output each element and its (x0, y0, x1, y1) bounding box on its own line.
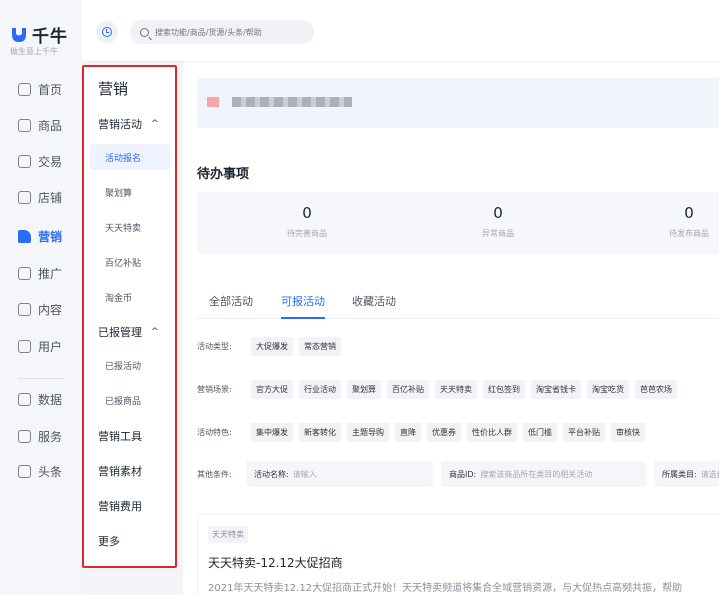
chip-filter[interactable]: 审核快 (611, 422, 645, 442)
todo-stats: 0 待完善商品 0 异常商品 0 待发布商品 (197, 192, 719, 254)
activity-title[interactable]: 天天特卖-12.12大促招商 (208, 554, 343, 571)
submenu-item-reported-activities[interactable]: 已报活动 (105, 359, 141, 372)
submenu-title: 营销 (98, 80, 129, 98)
brand-slogan: 做生意上千牛 (10, 47, 58, 56)
submenu-item-reported-products[interactable]: 已报商品 (105, 394, 141, 407)
rail-item-home[interactable]: 首页 (0, 74, 82, 104)
left-nav-rail: 千牛 做生意上千牛 首页 商品 交易 店铺 营销 推广 内容 用户 数据 服务 … (0, 0, 82, 595)
flag-icon (18, 229, 31, 243)
activity-name-field[interactable]: 活动名称: 请输入 (246, 461, 433, 487)
chip-filter[interactable]: 性价比人群 (467, 422, 517, 442)
chip-filter[interactable]: 官方大促 (251, 379, 293, 399)
activity-description: 2021年天天特卖12.12大促招商正式开始！天天特卖频道将集合全域营销资源，与… (208, 583, 683, 594)
chip-filter[interactable]: 优惠券 (427, 422, 461, 442)
chip-filter[interactable]: 天天特卖 (435, 379, 477, 399)
chip-filter[interactable]: 主题导购 (347, 422, 389, 442)
shop-icon (18, 190, 31, 204)
rail-item-user[interactable]: 用户 (0, 331, 82, 361)
home-icon (18, 82, 31, 96)
submenu-group-activities[interactable]: 营销活动 ^ (98, 116, 159, 132)
rail-item-promote[interactable]: 推广 (0, 258, 82, 288)
rail-item-content[interactable]: 内容 (0, 294, 82, 324)
chip-filter[interactable]: 淘宝吃货 (587, 379, 629, 399)
submenu-item-subsidy[interactable]: 百亿补贴 (105, 256, 141, 269)
rail-item-shop[interactable]: 店铺 (0, 182, 82, 212)
submenu-group-fees[interactable]: 营销费用 (98, 498, 142, 514)
submenu-item-daily-sale[interactable]: 天天特卖 (105, 221, 141, 234)
submenu-item-taojinbi[interactable]: 淘金币 (105, 291, 132, 304)
submenu-group-reported[interactable]: 已报管理 ^ (98, 324, 159, 340)
shop-avatar-blurred (207, 97, 219, 107)
main-content: 待办事项 0 待完善商品 0 异常商品 0 待发布商品 全部活动 可报活动 收藏… (183, 62, 719, 595)
rail-item-product[interactable]: 商品 (0, 110, 82, 140)
activity-tabs: 全部活动 可报活动 收藏活动 (197, 293, 719, 319)
search-input[interactable] (155, 27, 305, 37)
filter-marketing-scene: 营销场景: 官方大促 行业活动 聚划算 百亿补贴 天天特卖 红包签到 淘宝省钱卡… (197, 379, 683, 399)
chip-filter[interactable]: 红包签到 (483, 379, 525, 399)
activity-card[interactable]: 天天特卖 天天特卖-12.12大促招商 2021年天天特卖12.12大促招商正式… (197, 514, 719, 595)
submenu-item-activity-signup[interactable]: 活动报名 (90, 144, 170, 170)
promote-icon (18, 266, 31, 280)
collapse-caret-icon: ^ (151, 119, 159, 129)
shop-name-blurred (232, 97, 352, 107)
tab-available-activities[interactable]: 可报活动 (281, 293, 325, 319)
chip-filter[interactable]: 新客转化 (299, 422, 341, 442)
tab-all-activities[interactable]: 全部活动 (209, 293, 253, 319)
chip-filter[interactable]: 百亿补贴 (387, 379, 429, 399)
activity-tag: 天天特卖 (208, 526, 248, 543)
stat-incomplete-products[interactable]: 0 待完善商品 (247, 204, 367, 239)
tab-favorite-activities[interactable]: 收藏活动 (352, 293, 396, 319)
top-bar (82, 0, 719, 62)
order-icon (18, 154, 31, 168)
rail-item-news[interactable]: 头条 (0, 456, 82, 486)
clock-icon (102, 27, 112, 37)
rail-item-marketing[interactable]: 营销 (0, 221, 82, 251)
chip-filter[interactable]: 直降 (395, 422, 421, 442)
filter-activity-type: 活动类型: 大促爆发 常态营销 (197, 336, 347, 356)
chip-filter[interactable]: 聚划算 (347, 379, 381, 399)
filter-other-conditions: 其他条件: 活动名称: 请输入 商品ID: 搜索该商品所在类目的相关活动 所属类… (197, 461, 719, 487)
rail-item-order[interactable]: 交易 (0, 146, 82, 176)
brand-name: 千牛 (32, 27, 68, 47)
chip-filter[interactable]: 行业活动 (299, 379, 341, 399)
rail-divider (18, 378, 64, 379)
content-icon (18, 302, 31, 316)
submenu-item-juhuasuan[interactable]: 聚划算 (105, 186, 132, 199)
product-id-field[interactable]: 商品ID: 搜索该商品所在类目的相关活动 (441, 461, 646, 487)
chip-filter[interactable]: 芭芭农场 (635, 379, 677, 399)
collapse-caret-icon: ^ (151, 327, 159, 337)
category-select[interactable]: 所属类目: 请选择 (654, 461, 719, 487)
todo-title: 待办事项 (197, 167, 250, 182)
product-icon (18, 118, 31, 132)
chip-filter[interactable]: 淘宝省钱卡 (531, 379, 581, 399)
chip-filter[interactable]: 平台补贴 (563, 422, 605, 442)
history-button[interactable] (96, 21, 118, 43)
search-icon (140, 27, 149, 37)
rail-item-data[interactable]: 数据 (0, 384, 82, 414)
submenu-group-materials[interactable]: 营销素材 (98, 463, 142, 479)
news-icon (18, 464, 31, 478)
user-icon (18, 339, 31, 353)
qianniu-logo[interactable]: 千牛 (10, 22, 68, 47)
submenu-group-more[interactable]: 更多 (98, 533, 120, 549)
global-search[interactable] (130, 20, 314, 44)
chip-filter[interactable]: 低门槛 (523, 422, 557, 442)
marketing-submenu: 营销 营销活动 ^ 活动报名 聚划算 天天特卖 百亿补贴 淘金币 已报管理 ^ 已报… (82, 65, 177, 568)
stat-abnormal-products[interactable]: 0 异常商品 (438, 204, 558, 239)
rail-item-service[interactable]: 服务 (0, 421, 82, 451)
filter-activity-feature: 活动特色: 集中爆发 新客转化 主题导购 直降 优惠券 性价比人群 低门槛 平台… (197, 422, 651, 442)
service-icon (18, 429, 31, 443)
shop-banner (197, 78, 719, 128)
chart-icon (18, 392, 31, 406)
qianniu-logo-icon (10, 26, 28, 44)
chip-filter[interactable]: 大促爆发 (251, 336, 293, 356)
submenu-group-tools[interactable]: 营销工具 (98, 428, 142, 444)
chip-filter[interactable]: 集中爆发 (251, 422, 293, 442)
chip-filter[interactable]: 常态营销 (299, 336, 341, 356)
stat-pending-publish[interactable]: 0 待发布商品 (629, 204, 719, 239)
